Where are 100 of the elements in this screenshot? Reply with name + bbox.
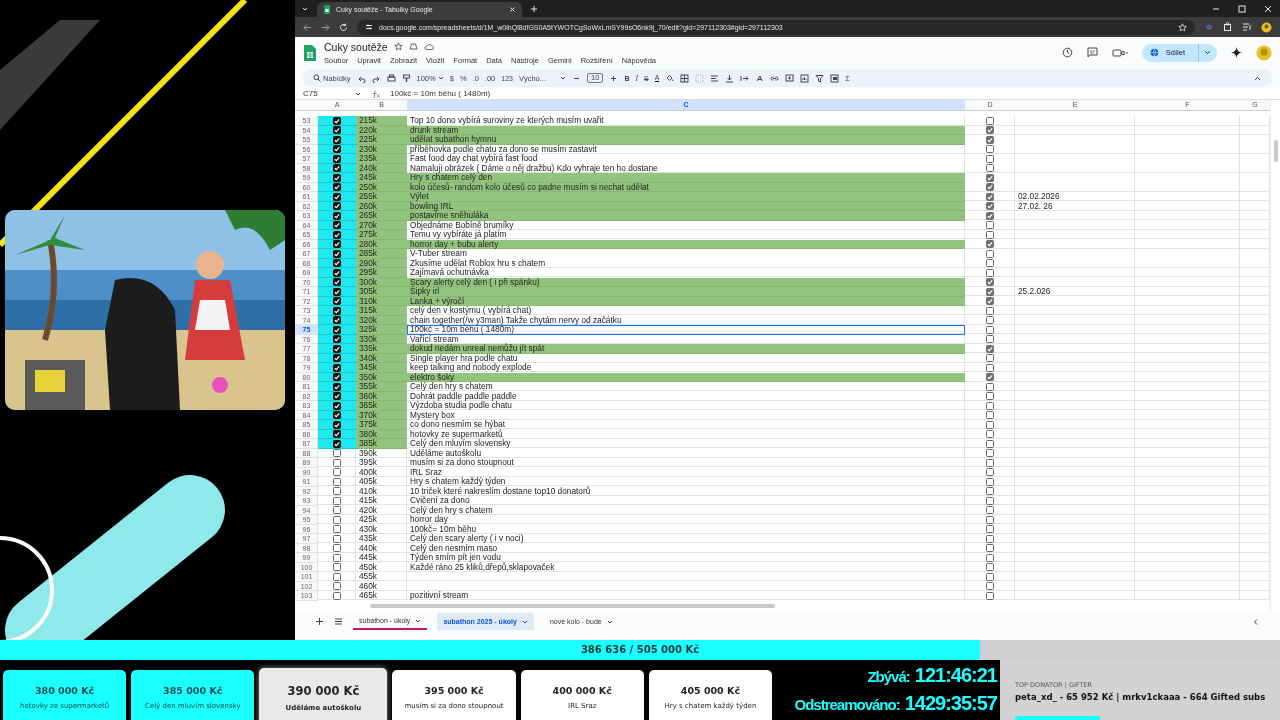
comment-icon[interactable] [785, 73, 795, 83]
checkbox[interactable] [333, 430, 341, 439]
checkbox[interactable] [333, 544, 341, 553]
puzzle-icon[interactable] [1223, 22, 1233, 32]
checkbox[interactable] [333, 496, 341, 505]
checkbox[interactable] [333, 344, 341, 353]
checkbox[interactable] [333, 297, 341, 306]
checkbox[interactable] [333, 458, 341, 467]
checkbox[interactable] [333, 392, 341, 401]
checkbox[interactable] [333, 582, 341, 591]
print-icon[interactable] [386, 73, 396, 83]
checkbox[interactable] [333, 420, 341, 429]
avatar-icon[interactable] [1261, 21, 1272, 33]
checkbox[interactable] [986, 135, 994, 144]
checkbox[interactable] [986, 221, 994, 230]
close-icon[interactable] [509, 6, 516, 13]
checkbox[interactable] [986, 259, 994, 268]
name-box[interactable]: C75 [303, 89, 361, 98]
checkbox[interactable] [986, 430, 994, 439]
back-icon[interactable] [303, 22, 312, 32]
valign-icon[interactable] [725, 73, 735, 83]
checkbox[interactable] [986, 249, 994, 258]
checkbox[interactable] [986, 515, 994, 524]
sheets-logo-icon[interactable] [303, 43, 317, 62]
checkbox[interactable] [986, 420, 994, 429]
checkbox[interactable] [333, 382, 341, 391]
document-title[interactable]: Cuky soutěže [324, 40, 388, 53]
checkbox[interactable] [333, 173, 341, 182]
checkbox[interactable] [333, 287, 341, 296]
checkbox[interactable] [986, 563, 994, 572]
filter-icon[interactable] [815, 73, 825, 83]
checkbox[interactable] [333, 506, 341, 515]
checkbox[interactable] [986, 544, 994, 553]
checkbox[interactable] [986, 325, 994, 334]
formula-field[interactable]: 100kč = 10m běhu ( 1480m) [390, 89, 491, 98]
add-sheet-icon[interactable] [315, 617, 324, 626]
plus-icon[interactable] [609, 73, 619, 83]
checkbox[interactable] [986, 268, 994, 277]
checkbox[interactable] [986, 354, 994, 363]
checkbox[interactable] [333, 591, 341, 600]
checkbox[interactable] [986, 116, 994, 125]
checkbox[interactable] [333, 316, 341, 325]
checkbox[interactable] [333, 449, 341, 458]
checkbox[interactable] [986, 335, 994, 344]
checkbox[interactable] [333, 401, 341, 410]
avatar-icon[interactable] [1256, 44, 1272, 61]
filter-views-icon[interactable] [830, 73, 840, 83]
checkbox[interactable] [986, 591, 994, 600]
checkbox[interactable] [986, 534, 994, 543]
checkbox[interactable] [333, 515, 341, 524]
checkbox[interactable] [986, 173, 994, 182]
checkbox[interactable] [333, 439, 341, 448]
checkbox[interactable] [986, 316, 994, 325]
checkbox[interactable] [333, 126, 341, 135]
checkbox[interactable] [333, 306, 341, 315]
checkbox[interactable] [986, 382, 994, 391]
checkbox[interactable] [986, 525, 994, 534]
checkbox[interactable] [333, 553, 341, 562]
video-call-icon[interactable] [1111, 47, 1128, 58]
cloud-icon[interactable] [423, 42, 434, 51]
fill-color-icon[interactable] [665, 73, 675, 83]
checkbox[interactable] [333, 411, 341, 420]
checkbox[interactable] [986, 230, 994, 239]
checkbox[interactable] [333, 183, 341, 192]
checkbox[interactable] [986, 306, 994, 315]
checkbox[interactable] [333, 373, 341, 382]
checkbox[interactable] [333, 525, 341, 534]
checkbox[interactable] [986, 468, 994, 477]
wrap-icon[interactable] [740, 73, 750, 83]
checkbox[interactable] [333, 116, 341, 125]
checkbox[interactable] [986, 126, 994, 135]
checkbox[interactable] [333, 325, 341, 334]
checkbox[interactable] [986, 211, 994, 220]
checkbox[interactable] [986, 439, 994, 448]
checkbox[interactable] [986, 297, 994, 306]
checkbox[interactable] [986, 145, 994, 154]
chevron-left-icon[interactable] [1252, 617, 1260, 626]
checkbox[interactable] [986, 477, 994, 486]
checkbox[interactable] [986, 458, 994, 467]
checkbox[interactable] [986, 373, 994, 382]
checkbox[interactable] [986, 154, 994, 163]
checkbox[interactable] [986, 240, 994, 249]
checkbox[interactable] [333, 249, 341, 258]
link-icon[interactable] [770, 73, 780, 83]
checkbox[interactable] [333, 230, 341, 239]
borders-icon[interactable] [680, 73, 690, 83]
checkbox[interactable] [333, 268, 341, 277]
checkbox[interactable] [333, 477, 341, 486]
checkbox[interactable] [333, 192, 341, 201]
checkbox[interactable] [333, 563, 341, 572]
maximize-icon[interactable] [1238, 4, 1246, 13]
reload-icon[interactable] [339, 22, 348, 32]
checkbox[interactable] [986, 183, 994, 192]
checkbox[interactable] [986, 553, 994, 562]
checkbox[interactable] [986, 496, 994, 505]
extension-icon[interactable] [1204, 22, 1214, 32]
chart-icon[interactable] [800, 73, 810, 83]
checkbox[interactable] [986, 344, 994, 353]
checkbox[interactable] [333, 363, 341, 372]
checkbox[interactable] [333, 468, 341, 477]
